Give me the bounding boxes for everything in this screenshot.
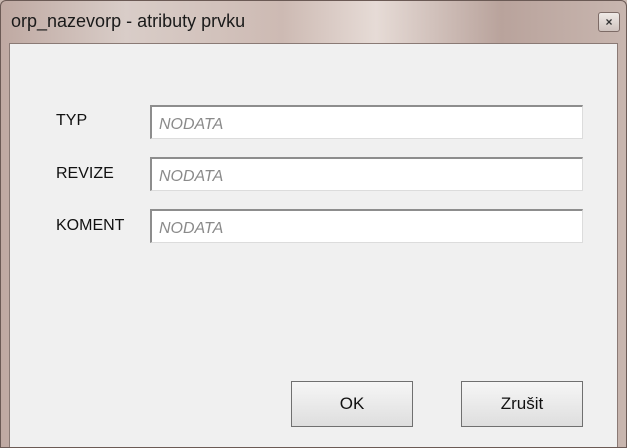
field-label-revize: REVIZE [56, 165, 114, 182]
revize-field[interactable] [150, 157, 583, 191]
window-title: orp_nazevorp - atributy prvku [11, 11, 246, 31]
ok-button[interactable]: OK [291, 381, 413, 427]
field-label-koment: KOMENT [56, 217, 125, 234]
close-icon: × [605, 15, 613, 29]
typ-field[interactable] [150, 105, 583, 139]
field-label-typ: TYP [56, 112, 88, 129]
cancel-button[interactable]: Zrušit [461, 381, 583, 427]
dialog-window: orp_nazevorp - atributy prvku × TYP REVI… [0, 0, 627, 448]
koment-field[interactable] [150, 209, 583, 243]
close-button[interactable]: × [598, 12, 620, 32]
dialog-content: TYP REVIZE KOMENT OK Zrušit [9, 43, 618, 447]
title-bar[interactable]: orp_nazevorp - atributy prvku × [1, 1, 626, 43]
